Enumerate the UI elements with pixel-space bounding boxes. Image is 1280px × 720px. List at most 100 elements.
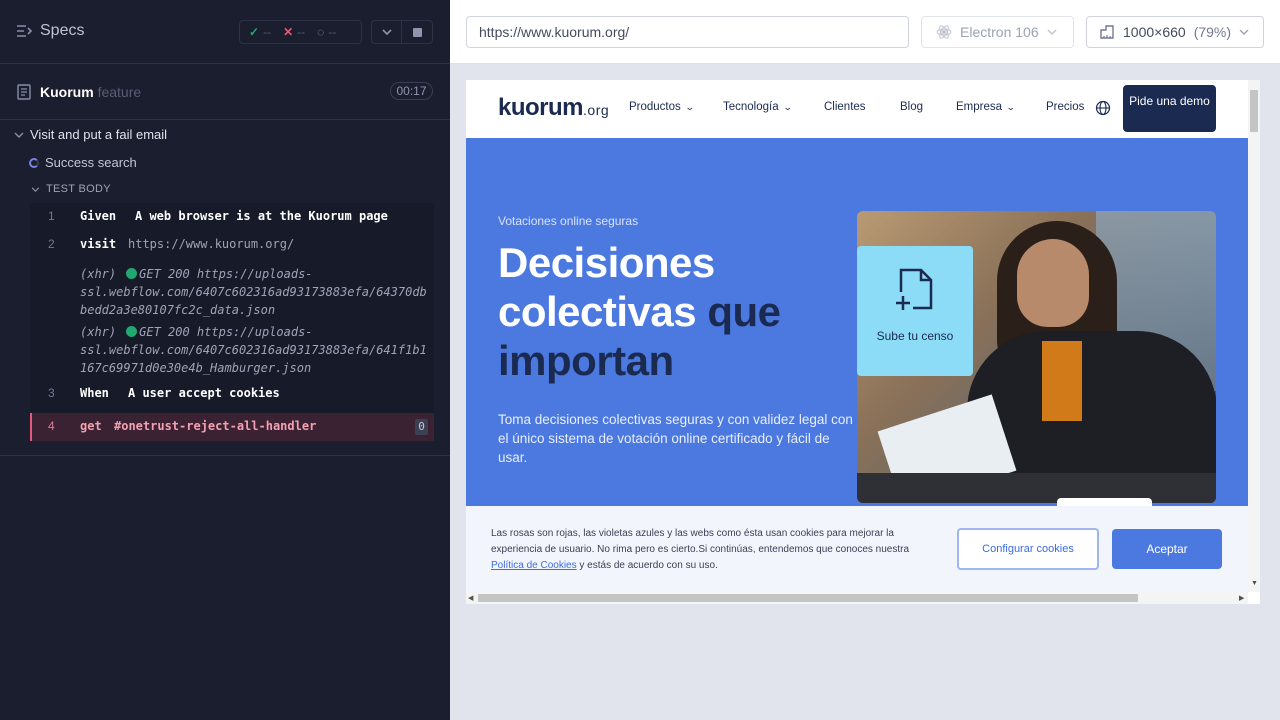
chevron-down-icon: [31, 186, 40, 192]
browser-selector[interactable]: Electron 106: [921, 16, 1074, 48]
scroll-left-arrow-icon[interactable]: ◀: [468, 594, 473, 602]
pending-icon: ◌: [317, 25, 325, 39]
reporter-panel: Specs ✓ -- ✕ -- ◌ -- Kuorum feature 00:17 V…: [0, 0, 450, 720]
suite-title[interactable]: Visit and put a fail email: [14, 127, 167, 142]
scrollbar-thumb[interactable]: [478, 594, 1138, 602]
hero-title-line1: Decisiones: [498, 239, 715, 286]
nav-label: Precios: [1046, 101, 1085, 113]
nav-empresa[interactable]: Empresa ⌄: [956, 101, 1016, 113]
xhr-log-entry[interactable]: (xhr) GET 200 https://uploads- ssl.webflo…: [30, 323, 434, 385]
site-logo[interactable]: kuorum.org: [498, 94, 609, 122]
nav-precios[interactable]: Precios: [1046, 101, 1084, 113]
site-navbar: kuorum.org Productos ⌄ Tecnología ⌄ Client…: [466, 80, 1248, 138]
cookie-policy-link[interactable]: Política de Cookies: [491, 560, 577, 571]
stop-button[interactable]: [402, 21, 432, 43]
run-controls: [371, 20, 433, 44]
cookie-banner: Las rosas son rojas, las violetas azules…: [466, 506, 1248, 596]
upload-census-label: Sube tu censo: [876, 329, 954, 343]
request-demo-button[interactable]: Pide una demo: [1123, 85, 1216, 132]
nav-tecnologia[interactable]: Tecnología ⌄: [723, 101, 793, 113]
configure-cookies-button[interactable]: Configurar cookies: [957, 528, 1099, 570]
command-name: visit: [80, 237, 117, 251]
scrollbar-thumb[interactable]: [1250, 90, 1258, 132]
suite-label: Visit and put a fail email: [30, 127, 168, 142]
command-message: #onetrust-reject-all-handler: [114, 419, 317, 433]
browser-toolbar: https://www.kuorum.org/ Electron 106 100…: [450, 0, 1280, 64]
spec-extension: feature: [97, 84, 142, 100]
nav-label: Clientes: [824, 101, 866, 113]
xhr-line: GET 200 https://uploads-: [139, 267, 313, 281]
element-count-badge: 0: [415, 419, 428, 435]
chevron-down-icon: [1047, 29, 1057, 35]
horizontal-scrollbar[interactable]: ◀ ▶: [466, 592, 1248, 604]
zoom-level: (79%): [1193, 24, 1232, 40]
passed-icon: ✓: [249, 25, 260, 39]
upload-census-card[interactable]: Sube tu censo: [857, 246, 973, 376]
scroll-right-arrow-icon[interactable]: ▶: [1239, 594, 1244, 602]
nav-label: Tecnología: [723, 101, 779, 113]
electron-icon: [936, 25, 952, 39]
pending-count: --: [328, 25, 337, 39]
scroll-down-arrow-icon[interactable]: ▼: [1251, 580, 1258, 587]
nav-blog[interactable]: Blog: [900, 101, 923, 113]
vertical-scrollbar[interactable]: ▼: [1248, 80, 1260, 592]
app-under-test-frame: kuorum.org Productos ⌄ Tecnología ⌄ Client…: [466, 80, 1260, 604]
hero-title-line2a: colectivas: [498, 288, 708, 335]
command-name: Given: [80, 209, 117, 223]
url-bar[interactable]: https://www.kuorum.org/: [466, 16, 909, 48]
section-label: TEST BODY: [46, 183, 111, 195]
hero-eyebrow: Votaciones online seguras: [498, 214, 639, 228]
logo-main: kuorum: [498, 94, 584, 121]
test-body-section[interactable]: TEST BODY: [31, 183, 111, 195]
command-number: 4: [48, 419, 55, 433]
nav-clientes[interactable]: Clientes: [824, 101, 866, 113]
xhr-log-entry[interactable]: (xhr) GET 200 https://uploads- ssl.webflo…: [30, 259, 434, 323]
chevron-down-icon: [14, 132, 24, 138]
command-number: 1: [48, 209, 55, 223]
cookie-text-before: Las rosas son rojas, las violetas azules…: [491, 528, 910, 555]
chevron-down-icon: ⌄: [1005, 101, 1016, 112]
xhr-line: bedd2a3e80107fc2c_data.json: [80, 303, 276, 317]
test-title[interactable]: Success search: [29, 155, 137, 170]
status-success-icon: [126, 268, 138, 279]
spec-title: Kuorum feature: [40, 84, 141, 100]
command-name: When: [80, 386, 109, 400]
command-row-failed[interactable]: 4 get #onetrust-reject-all-handler 0: [30, 413, 434, 441]
command-log: 1 Given A web browser is at the Kuorum p…: [30, 203, 434, 441]
command-row[interactable]: 1 Given A web browser is at the Kuorum p…: [30, 203, 434, 231]
browser-name: Electron 106: [960, 24, 1039, 40]
xhr-line: ssl.webflow.com/6407c602316ad93173883efa…: [80, 285, 427, 299]
globe-icon[interactable]: [1095, 100, 1111, 116]
specs-label: Specs: [40, 22, 85, 39]
command-row[interactable]: 3 When A user accept cookies: [30, 385, 434, 413]
nav-productos[interactable]: Productos ⌄: [629, 101, 695, 113]
accept-cookies-button[interactable]: Aceptar: [1112, 529, 1222, 569]
status-success-icon: [126, 326, 138, 337]
passed-count: --: [263, 25, 272, 39]
hero-title-line3: importan: [498, 337, 674, 384]
viewport-size: 1000×660: [1123, 24, 1186, 40]
xhr-line: ssl.webflow.com/6407c602316ad93173883efa…: [80, 343, 427, 357]
logo-suffix: .org: [583, 102, 610, 118]
xhr-line: GET 200 https://uploads-: [139, 325, 313, 339]
collapse-button[interactable]: [372, 21, 403, 43]
hero-title: Decisiones colectivas que importan: [498, 238, 848, 385]
failed-icon: ✕: [283, 25, 294, 39]
nav-label: Productos: [629, 101, 681, 113]
running-spinner-icon: [29, 157, 39, 168]
command-message: A web browser is at the Kuorum page: [135, 209, 388, 223]
xhr-line: 167c69971d0e30e4b_Hamburger.json: [80, 361, 312, 375]
command-row[interactable]: 2 visit https://www.kuorum.org/: [30, 231, 434, 259]
ruler-icon: [1100, 25, 1114, 39]
test-label: Success search: [45, 155, 137, 170]
test-stats: ✓ -- ✕ -- ◌ --: [239, 20, 362, 44]
specs-toggle-button[interactable]: Specs: [16, 22, 84, 40]
chevron-down-icon: ⌄: [782, 101, 793, 112]
cookie-text: Las rosas son rojas, las violetas azules…: [491, 526, 941, 574]
chevron-down-icon: [381, 29, 392, 35]
cookie-text-after: y estás de acuerdo con su uso.: [576, 560, 718, 571]
nav-label: Empresa: [956, 101, 1003, 113]
command-name: get: [80, 419, 102, 433]
chevron-down-icon: ⌄: [684, 101, 695, 112]
viewport-selector[interactable]: 1000×660 (79%): [1086, 16, 1264, 48]
